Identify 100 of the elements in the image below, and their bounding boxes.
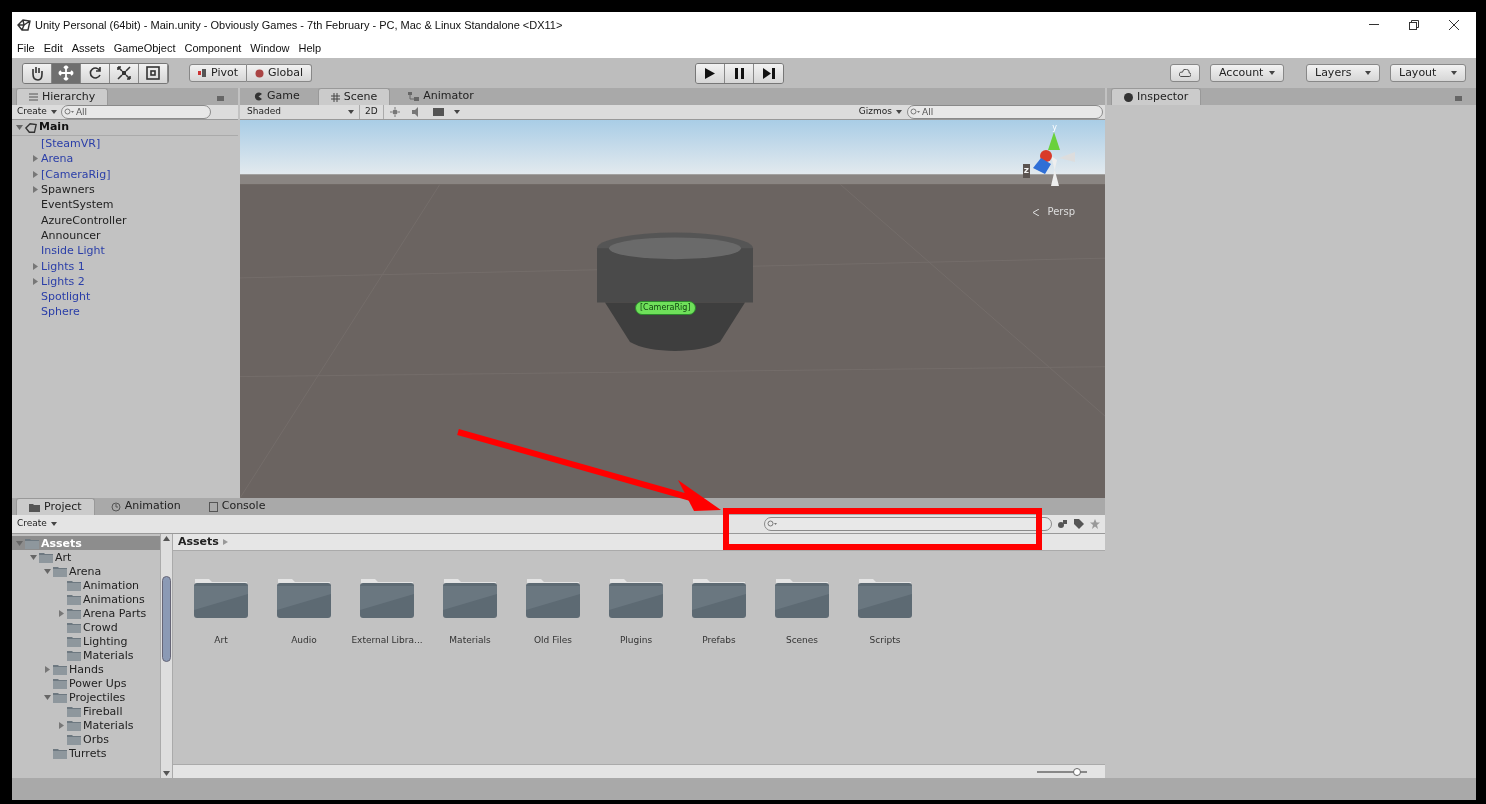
project-search-field[interactable] [764,517,1052,531]
folder-label[interactable]: Audio [291,634,317,648]
folder-tree-item[interactable]: Lighting [12,634,160,648]
inspector-tab[interactable]: Inspector [1111,88,1202,105]
pause-button[interactable] [725,63,755,83]
menu-item[interactable]: File [17,39,35,57]
shapes-icon[interactable] [1058,519,1068,529]
play-button[interactable] [696,63,726,83]
star-icon[interactable] [1090,519,1100,529]
hierarchy-item[interactable]: Lights 1 [41,260,85,272]
collapse-arrow-icon[interactable] [58,609,65,617]
collapse-arrow-icon[interactable] [44,665,51,673]
folder-label[interactable]: External Libra... [351,634,423,648]
hierarchy-item[interactable]: Sphere [41,306,80,318]
scrollbar-thumb[interactable] [162,576,171,662]
breadcrumb[interactable]: Assets [178,533,219,551]
close-icon[interactable] [1449,20,1459,30]
scroll-down-icon[interactable] [163,771,170,776]
lock-icon [1455,93,1462,101]
folder-icon [25,537,39,549]
tool-button[interactable] [110,63,139,83]
hierarchy-item[interactable]: Spotlight [41,291,91,303]
hierarchy-search-field[interactable]: All [60,105,211,119]
hierarchy-item[interactable]: Arena [41,153,74,165]
folder-tree-item[interactable]: Art [12,550,160,564]
panel-tab[interactable]: Animation [98,498,193,515]
slider-thumb[interactable] [1073,767,1081,776]
scene-search-field[interactable]: All [907,105,1103,119]
scale-icon [116,65,132,81]
folder-tree-item[interactable]: Animation [12,578,160,592]
menu-item[interactable]: Component [184,39,242,57]
folder-label[interactable]: Old Files [534,634,572,648]
create-dropdown[interactable]: Create [17,105,57,119]
folder-tree-item[interactable]: Materials [12,648,160,662]
hierarchy-item[interactable]: EventSystem [41,199,114,211]
expand-arrow-icon[interactable] [44,693,51,701]
create-dropdown[interactable]: Create [17,517,57,531]
hierarchy-item[interactable]: Announcer [41,229,101,241]
folder-icon [67,593,81,605]
folder-tree-item[interactable]: Projectiles [12,690,160,704]
hierarchy-item[interactable]: Spawners [41,184,95,196]
hierarchy-item[interactable]: Lights 2 [41,275,85,287]
panel-tab[interactable]: Project [16,498,95,515]
hierarchy-item[interactable]: [CameraRig] [41,168,111,180]
folder-tree-item[interactable]: Orbs [12,732,160,746]
tool-button[interactable] [139,63,168,83]
icon-size-slider[interactable] [1037,767,1087,776]
folder-tree-item[interactable]: Hands [12,662,160,676]
account-dropdown[interactable]: Account [1210,64,1284,82]
pivot-button[interactable]: Pivot [189,64,247,82]
hierarchy-item[interactable]: [SteamVR] [41,138,101,150]
folder-tree-item[interactable]: Materials [12,718,160,732]
view-tab[interactable]: Animator [396,88,486,105]
folder-tree-item[interactable]: Power Ups [12,676,160,690]
layers-dropdown[interactable]: Layers [1306,64,1380,82]
folder-tree-item[interactable]: Animations [12,592,160,606]
panel-tab[interactable]: Console [196,498,278,515]
hierarchy-item[interactable]: AzureController [41,214,127,226]
cloud-button[interactable] [1170,64,1200,82]
unity-scene-icon [25,121,37,134]
folder-label[interactable]: Scripts [869,634,901,648]
folder-tree-item[interactable]: Arena Parts [12,606,160,620]
unity-logo-icon [17,18,31,32]
folder-tree-item[interactable]: Turrets [12,746,160,760]
minimize-icon[interactable] [1369,24,1379,26]
menu-item[interactable]: Help [298,39,322,57]
console-icon [208,501,218,512]
scene-name[interactable]: Main [39,119,69,136]
tag-icon[interactable] [1074,519,1084,529]
layout-dropdown[interactable]: Layout [1390,64,1466,82]
menu-item[interactable]: Window [250,39,290,57]
shading-dropdown[interactable]: Shaded [242,105,360,119]
tool-button[interactable] [23,63,52,83]
collapse-arrow-icon[interactable] [58,721,65,729]
folder-icon [67,719,81,731]
hierarchy-item[interactable]: Inside Light [41,245,105,257]
folder-label[interactable]: Prefabs [702,634,736,648]
menu-item[interactable]: GameObject [113,39,176,57]
folder-label[interactable]: Plugins [619,634,653,648]
gizmos-dropdown[interactable]: Gizmos [858,105,907,119]
restore-icon[interactable] [1409,20,1419,30]
folder-label[interactable]: Materials [449,634,491,648]
step-button[interactable] [754,63,784,83]
expand-arrow-icon[interactable] [16,124,23,131]
folder-label[interactable]: Art [214,634,228,648]
view-tab[interactable]: Game [242,88,312,105]
folder-tree-item[interactable]: Arena [12,564,160,578]
hierarchy-tab[interactable]: Hierarchy [16,88,109,105]
menu-item[interactable]: Assets [71,39,105,57]
folder-label[interactable]: Scenes [785,634,819,648]
2d-toggle[interactable]: 2D [360,105,384,119]
menu-item[interactable]: Edit [43,39,63,57]
folder-tree-item[interactable]: Fireball [12,704,160,718]
tool-button[interactable] [81,63,110,83]
scroll-up-icon[interactable] [163,536,170,541]
tool-button[interactable] [52,63,81,83]
view-tab[interactable]: Scene [317,88,391,105]
caret-icon [1451,71,1457,75]
global-button[interactable]: Global [247,64,313,82]
folder-tree-item[interactable]: Crowd [12,620,160,634]
